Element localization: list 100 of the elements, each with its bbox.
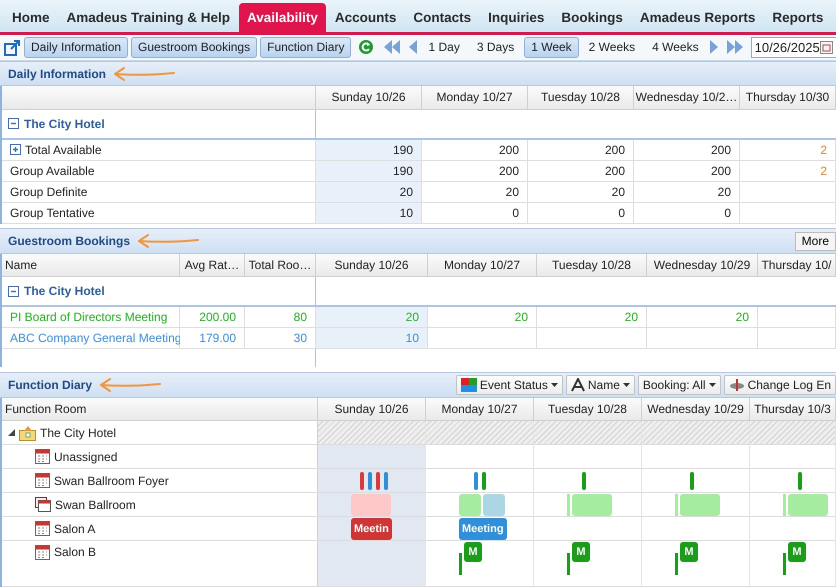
table-cell: 20 bbox=[647, 307, 758, 328]
table-cell: 2 bbox=[740, 160, 836, 182]
column-header: Thursday 10/3 bbox=[750, 398, 836, 421]
nav-tab[interactable]: Accounts bbox=[326, 2, 404, 32]
tree-label: Unassigned bbox=[54, 450, 118, 464]
event-block[interactable]: Meetin bbox=[351, 518, 392, 540]
tree-label: Salon A bbox=[54, 522, 96, 536]
more-button[interactable]: More bbox=[794, 232, 836, 251]
column-header: Tuesday 10/28 bbox=[534, 398, 642, 421]
nav-tab[interactable]: Contacts bbox=[405, 2, 480, 32]
column-header: Tuesday 10/28 bbox=[528, 86, 634, 110]
caret-icon bbox=[708, 383, 716, 388]
nav-tab[interactable]: Amadeus Reports bbox=[632, 2, 764, 32]
collapse-icon[interactable] bbox=[8, 286, 19, 297]
row-label: Total Available bbox=[25, 142, 102, 157]
nav-tab[interactable]: Bookings bbox=[553, 2, 631, 32]
table-cell: 20 bbox=[528, 182, 634, 203]
range-button[interactable]: 1 Day bbox=[421, 36, 467, 58]
table-cell: 0 bbox=[528, 202, 634, 224]
column-header: Monday 10/27 bbox=[422, 86, 528, 110]
tree-label: The City Hotel bbox=[40, 426, 116, 440]
column-header: Wednesday 10/2… bbox=[634, 86, 740, 110]
spinning-top-icon bbox=[728, 378, 745, 392]
right-arrow-icon[interactable] bbox=[708, 40, 719, 54]
nav-tab[interactable]: Inquiries bbox=[480, 2, 552, 32]
calendar-icon bbox=[35, 449, 50, 464]
section-title: Daily Information bbox=[8, 66, 106, 80]
caret-icon bbox=[550, 383, 558, 388]
table-cell: 190 bbox=[316, 140, 422, 161]
range-button[interactable]: 2 Weeks bbox=[582, 36, 642, 58]
toolbar-dropdown[interactable]: Booking: All bbox=[638, 375, 721, 396]
row-label: Group Tentative bbox=[10, 206, 94, 220]
popout-icon[interactable] bbox=[4, 38, 21, 56]
calendar-icon bbox=[35, 545, 50, 560]
column-header: Sunday 10/26 bbox=[316, 86, 422, 110]
row-label: Group Definite bbox=[10, 184, 88, 199]
calendar-icon bbox=[35, 521, 50, 536]
view-toggle-button[interactable]: Function Diary bbox=[260, 36, 352, 58]
event-block[interactable]: M bbox=[572, 542, 590, 562]
column-header: Wednesday 10/29 bbox=[647, 254, 758, 278]
table-cell: 0 bbox=[634, 202, 740, 224]
row-label: Group Available bbox=[10, 164, 95, 178]
range-button[interactable]: 4 Weeks bbox=[645, 36, 706, 58]
nav-tab[interactable]: Amadeus Training & Help bbox=[58, 2, 238, 32]
table-cell: 80 bbox=[245, 307, 316, 328]
table-cell: 200 bbox=[422, 140, 528, 161]
column-header: Sunday 10/26 bbox=[318, 398, 426, 421]
hotel-folder-icon bbox=[19, 424, 36, 440]
nav-tab[interactable]: Availability bbox=[239, 2, 326, 32]
event-block[interactable]: M bbox=[680, 542, 698, 562]
stacked-calendar-icon bbox=[35, 497, 51, 512]
table-cell: 179.00 bbox=[180, 328, 245, 350]
section-title: Guestroom Bookings bbox=[8, 234, 130, 248]
column-header: Tuesday 10/28 bbox=[537, 254, 647, 278]
table-cell: 200 bbox=[634, 160, 740, 182]
arrow-annotation bbox=[136, 234, 200, 248]
column-header: Name bbox=[2, 254, 180, 278]
double-left-arrow-icon[interactable] bbox=[383, 40, 402, 54]
date-field[interactable]: 10/26/2025 bbox=[750, 36, 836, 58]
calendar-icon bbox=[35, 473, 50, 488]
view-toggle-button[interactable]: Guestroom Bookings bbox=[131, 36, 258, 58]
tree-label: Swan Ballroom Foyer bbox=[54, 474, 169, 488]
table-cell: 200 bbox=[528, 160, 634, 182]
left-arrow-icon[interactable] bbox=[408, 40, 418, 54]
nav-tab[interactable]: Reports bbox=[764, 2, 832, 32]
toolbar-dropdown[interactable]: Event Status bbox=[456, 375, 563, 396]
view-toggle-button[interactable]: Daily Information bbox=[24, 36, 128, 58]
table-cell: 10 bbox=[316, 328, 428, 350]
table-cell: 190 bbox=[316, 160, 422, 182]
collapse-icon[interactable] bbox=[8, 118, 19, 130]
caret-icon bbox=[622, 383, 630, 388]
toolbar-dropdown[interactable]: Change Log En bbox=[724, 375, 836, 396]
refresh-icon[interactable] bbox=[358, 39, 374, 56]
column-header: Monday 10/27 bbox=[428, 254, 537, 278]
column-header: Avg Rat… bbox=[180, 254, 245, 278]
range-button[interactable]: 1 Week bbox=[524, 36, 579, 58]
table-cell: 200 bbox=[528, 140, 634, 161]
tree-toggle-icon[interactable] bbox=[8, 429, 15, 436]
arrow-annotation bbox=[98, 378, 162, 392]
event-block[interactable]: M bbox=[464, 542, 482, 562]
color-squares-icon bbox=[460, 378, 477, 392]
column-header: Thursday 10/30 bbox=[740, 86, 836, 110]
column-header: Total Roo… bbox=[245, 254, 316, 278]
expand-icon[interactable] bbox=[10, 144, 21, 156]
table-cell: 20 bbox=[316, 182, 422, 203]
table-cell: 200.00 bbox=[180, 307, 245, 328]
calendar-icon[interactable] bbox=[820, 40, 833, 54]
arrow-annotation bbox=[112, 66, 176, 80]
tree-label: Salon B bbox=[54, 545, 96, 559]
column-header: Monday 10/27 bbox=[426, 398, 534, 421]
group-name: The City Hotel bbox=[24, 116, 105, 131]
nav-tab[interactable]: Home bbox=[4, 2, 58, 32]
table-cell: 30 bbox=[245, 328, 316, 350]
range-button[interactable]: 3 Days bbox=[470, 36, 522, 58]
toolbar-dropdown[interactable]: Name bbox=[566, 375, 635, 396]
double-right-arrow-icon[interactable] bbox=[726, 40, 744, 54]
event-block[interactable]: M bbox=[788, 542, 806, 562]
section-title: Function Diary bbox=[8, 378, 92, 392]
table-cell: 20 bbox=[422, 182, 528, 203]
group-name: The City Hotel bbox=[24, 284, 105, 298]
